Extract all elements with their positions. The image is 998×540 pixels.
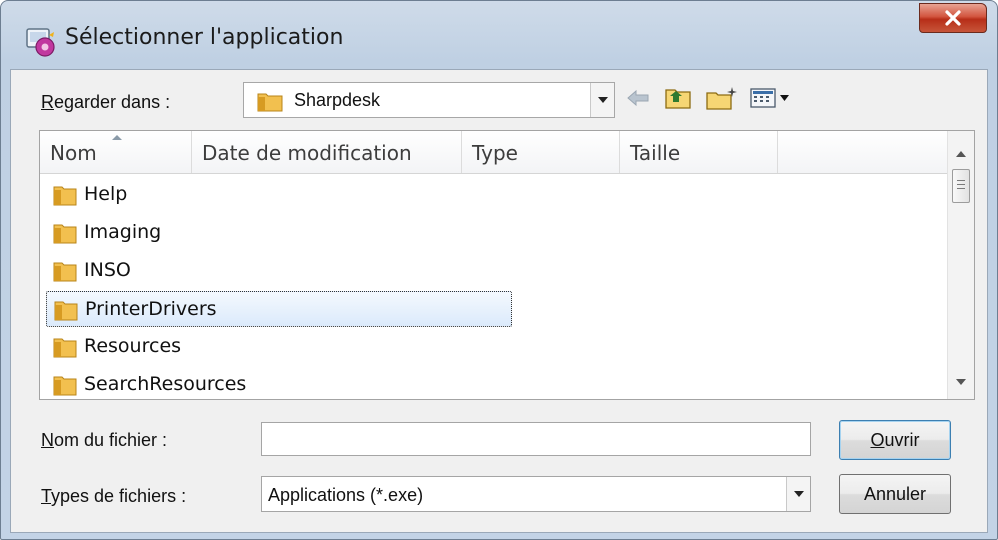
title-bar[interactable]: Sélectionner l'application [1, 1, 997, 69]
look-in-label: Regarder dans : [41, 92, 171, 112]
folder-icon [53, 186, 77, 206]
filetype-dropdown-button[interactable] [786, 477, 810, 511]
dialog-window: Sélectionner l'application Regarder dans… [0, 0, 998, 540]
open-button[interactable]: Ouvrir [839, 420, 951, 460]
folder-icon [53, 262, 77, 282]
filetype-label: Types de fichiers : [41, 486, 187, 506]
column-header-type[interactable]: Type [462, 131, 620, 173]
close-button[interactable] [919, 3, 987, 33]
scroll-down-button[interactable] [948, 369, 974, 395]
list-item[interactable]: INSO [46, 253, 512, 289]
filename-input[interactable] [261, 422, 811, 456]
chevron-down-icon [793, 491, 804, 497]
filetype-value: Applications (*.exe) [268, 485, 424, 505]
look-in-value: Sharpdesk [294, 90, 381, 110]
list-item[interactable]: Help [46, 177, 512, 213]
folder-icon [53, 338, 77, 358]
folder-icon [53, 376, 77, 396]
back-arrow-icon [627, 89, 649, 107]
column-header-name[interactable]: Nom [40, 131, 192, 173]
look-in-dropdown-button[interactable] [590, 83, 614, 117]
application-icon [26, 28, 55, 57]
triangle-up-icon [956, 151, 966, 157]
chevron-down-icon [597, 97, 608, 103]
list-header: Nom Date de modification Type Taille [40, 131, 948, 174]
new-folder-button[interactable] [703, 80, 741, 116]
list-item-name: SearchResources [84, 373, 247, 395]
list-item-name: Resources [84, 335, 182, 357]
column-header-empty [778, 131, 948, 173]
look-in-dropdown[interactable]: Sharpdesk [243, 82, 615, 118]
view-menu-icon [750, 88, 789, 108]
scrollbar-thumb[interactable] [952, 169, 970, 203]
list-item[interactable]: Imaging [46, 215, 512, 251]
view-menu-button[interactable] [747, 80, 793, 116]
list-item-name: Help [84, 183, 128, 205]
filetype-dropdown[interactable]: Applications (*.exe) [261, 476, 811, 512]
column-header-date[interactable]: Date de modification [192, 131, 462, 173]
list-item[interactable]: SearchResources [46, 367, 512, 399]
folder-icon [54, 301, 78, 321]
up-folder-icon [665, 89, 691, 109]
column-header-size[interactable]: Taille [620, 131, 778, 173]
dialog-client-area: Regarder dans : Sharpdesk Nom Date de mo… [10, 69, 988, 533]
list-item-name: INSO [84, 259, 131, 281]
up-folder-button[interactable] [661, 80, 695, 116]
list-item-selected[interactable]: PrinterDrivers [46, 291, 512, 327]
window-title: Sélectionner l'application [65, 25, 344, 50]
list-item-name: Imaging [84, 221, 162, 243]
list-item[interactable]: Resources [46, 329, 512, 365]
close-icon [945, 10, 961, 26]
back-button[interactable] [623, 80, 653, 116]
scroll-up-button[interactable] [948, 141, 974, 167]
triangle-down-icon [956, 379, 966, 385]
new-folder-icon [706, 87, 737, 110]
list-item-name: PrinterDrivers [85, 298, 217, 320]
cancel-button[interactable]: Annuler [839, 474, 951, 514]
folder-icon [257, 93, 283, 112]
vertical-scrollbar[interactable] [947, 131, 974, 399]
folder-icon [53, 224, 77, 244]
file-list[interactable]: Nom Date de modification Type Taille Hel… [39, 130, 975, 400]
sort-ascending-icon [112, 135, 122, 140]
filename-label: Nom du fichier : [41, 430, 168, 450]
